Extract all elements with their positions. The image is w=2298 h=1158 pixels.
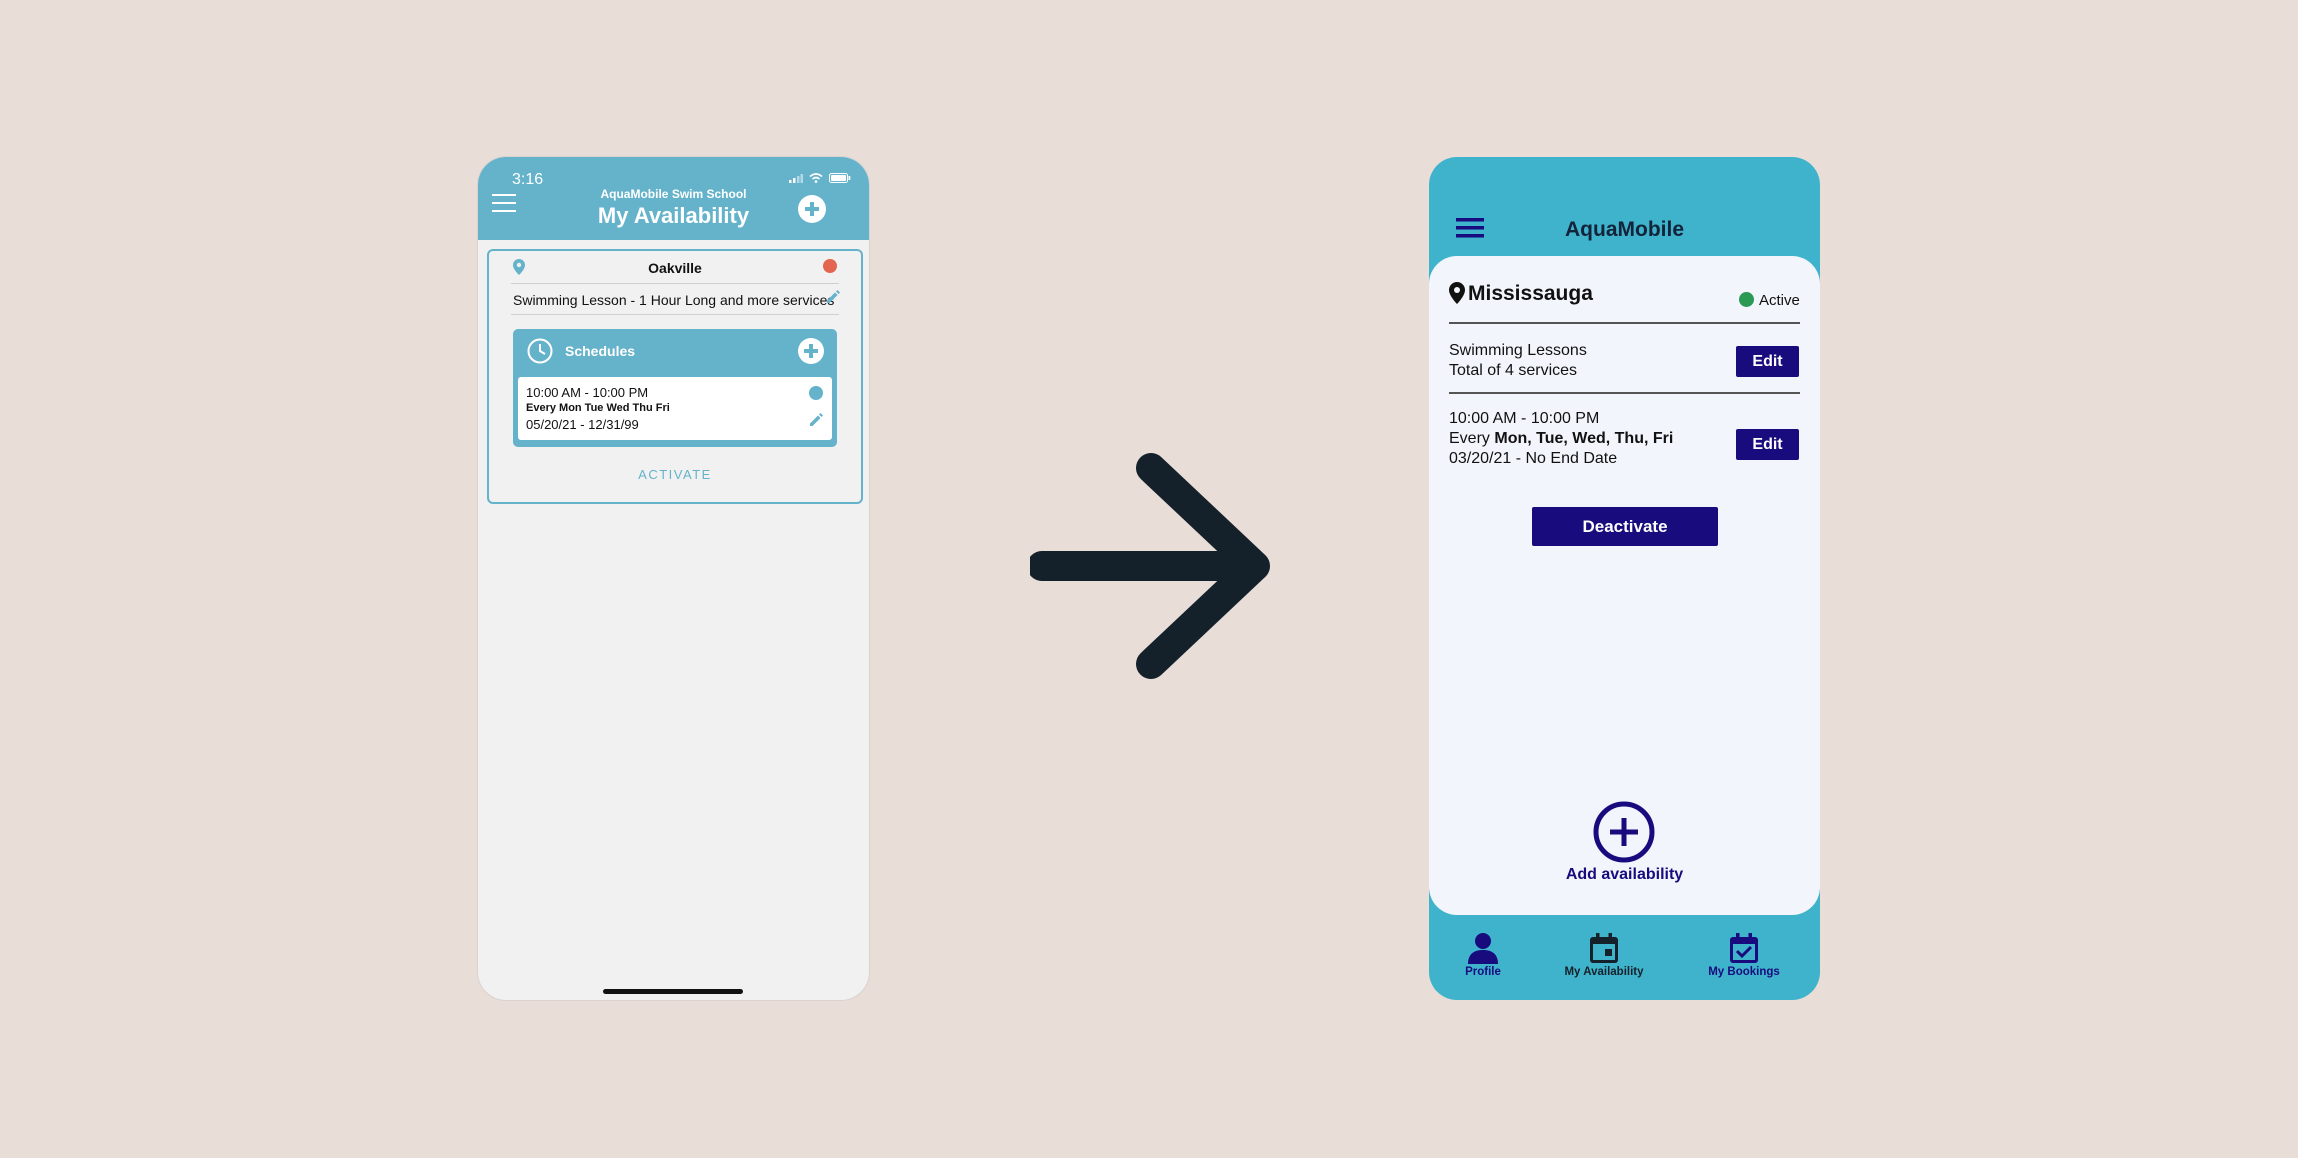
schedule-item[interactable]: 10:00 AM - 10:00 PM Every Mon Tue Wed Th…: [518, 377, 832, 440]
schedule-dates: 03/20/21 - No End Date: [1449, 450, 1618, 467]
status-icons: [789, 173, 851, 183]
deactivate-button[interactable]: Deactivate: [1532, 507, 1718, 546]
edit-services-button[interactable]: Edit: [1736, 346, 1799, 377]
service-count: Total of 4 services: [1449, 362, 1578, 379]
pencil-icon[interactable]: [825, 289, 841, 305]
add-availability-label[interactable]: Add availability: [1429, 866, 1820, 884]
home-indicator: [603, 989, 743, 994]
old-screen: 3:16 AquaMobile Swim School My Availabil…: [478, 157, 869, 1000]
divider: [1449, 392, 1800, 394]
divider: [511, 283, 839, 284]
battery-icon: [829, 173, 851, 183]
new-screen: AquaMobile Mississauga Active Swimming L…: [1429, 157, 1820, 1000]
tab-profile[interactable]: Profile: [1433, 932, 1533, 978]
divider: [511, 314, 839, 315]
pencil-icon[interactable]: [808, 412, 824, 428]
schedules-panel: Schedules 10:00 AM - 10:00 PM Every Mon …: [513, 329, 837, 447]
schedule-days-list: Mon, Tue, Wed, Thu, Fri: [1494, 430, 1674, 447]
add-circle-icon[interactable]: [797, 194, 827, 224]
tab-my-availability[interactable]: My Availability: [1554, 932, 1654, 978]
location-name: Oakville: [648, 260, 702, 276]
app-title: AquaMobile: [1565, 218, 1684, 241]
tab-label: My Bookings: [1708, 966, 1780, 978]
schedule-days-prefix: Every: [1449, 430, 1490, 447]
availability-content: Mississauga Active Swimming Lessons Tota…: [1429, 256, 1820, 915]
arrow-right-icon: [1030, 453, 1270, 679]
schedule-time: 10:00 AM - 10:00 PM: [526, 385, 649, 400]
clock-icon: [527, 338, 553, 364]
service-name: Swimming Lessons: [1449, 342, 1587, 359]
schedules-label: Schedules: [565, 343, 636, 359]
schedule-days: Every Mon, Tue, Wed, Thu, Fri: [1449, 430, 1673, 448]
inactive-status-dot: [823, 259, 837, 273]
add-schedule-icon[interactable]: [797, 337, 825, 365]
tab-label: Profile: [1465, 966, 1501, 978]
edit-schedule-button[interactable]: Edit: [1736, 429, 1799, 460]
active-status-dot: [1739, 292, 1754, 307]
tab-label: My Availability: [1564, 966, 1644, 978]
wifi-icon: [809, 173, 823, 183]
calendar-icon: [1590, 933, 1618, 963]
old-header: 3:16 AquaMobile Swim School My Availabil…: [478, 157, 869, 240]
status-label: Active: [1759, 292, 1800, 309]
schedule-status-dot: [809, 386, 823, 400]
schedule-days: Every Mon Tue Wed Thu Fri: [526, 402, 670, 414]
location-pin-icon: [1449, 282, 1465, 304]
person-icon: [1468, 933, 1498, 964]
location-name: Mississauga: [1468, 282, 1593, 305]
divider: [1449, 322, 1800, 324]
activate-button[interactable]: ACTIVATE: [489, 467, 861, 482]
signal-icon: [789, 173, 803, 183]
schedule-dates: 05/20/21 - 12/31/99: [526, 417, 639, 432]
service-summary: Swimming Lesson - 1 Hour Long and more s…: [513, 292, 835, 308]
add-circle-icon[interactable]: [1593, 801, 1655, 863]
schedule-time: 10:00 AM - 10:00 PM: [1449, 410, 1600, 427]
availability-card: Oakville Swimming Lesson - 1 Hour Long a…: [487, 249, 863, 504]
calendar-check-icon: [1730, 933, 1758, 963]
tab-my-bookings[interactable]: My Bookings: [1694, 932, 1794, 978]
